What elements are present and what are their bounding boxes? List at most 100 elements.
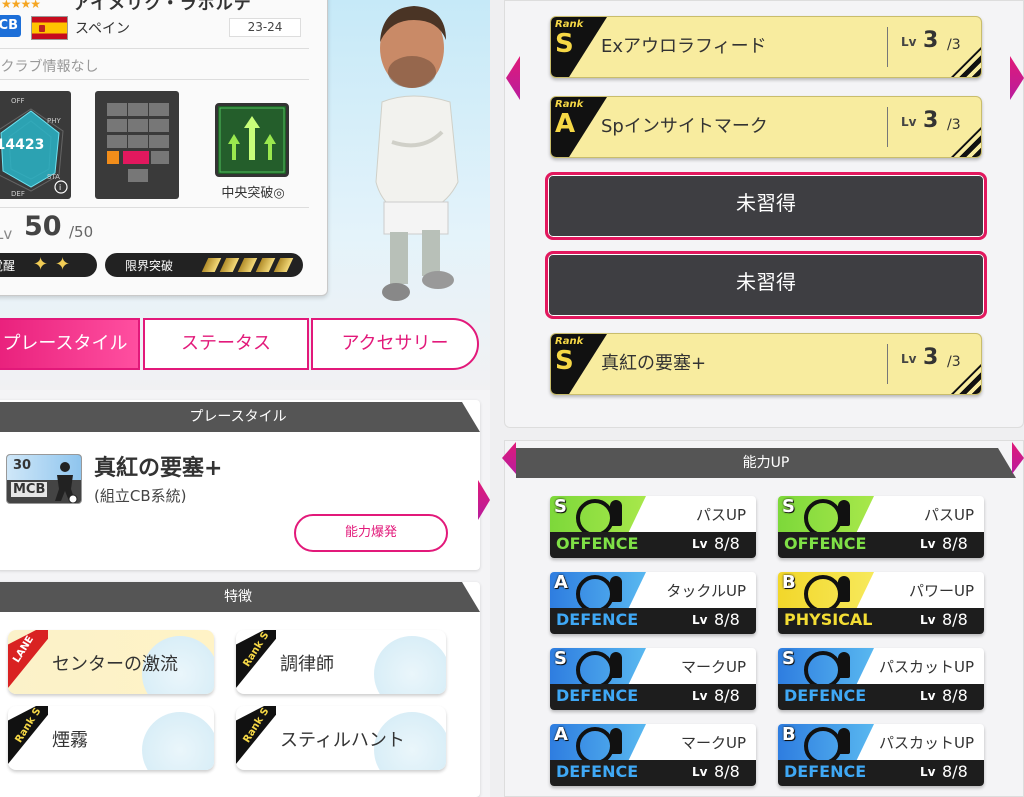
skill-slot[interactable]: Rank S Exアウロラフィード Lv 3 /3 [550, 16, 982, 78]
tab-status[interactable]: ステータス [143, 318, 309, 370]
player-card: ★★★★ アイメリク・ラポルテ CB スペイン 23-24 - クラブ情報なし … [0, 0, 328, 296]
level-max: /50 [69, 223, 94, 241]
skill-name: Exアウロラフィード [601, 36, 767, 57]
skill-slot[interactable]: Rank A Spインサイトマーク Lv 3 /3 [550, 96, 982, 158]
ability-level: 8/8 [714, 762, 740, 781]
detail-tabs: プレースタイル ステータス アクセサリー [0, 318, 480, 370]
playstyle-badge: 30 MCB [6, 454, 82, 504]
traits-header: 特徴 [0, 582, 480, 612]
ability-level: 8/8 [714, 534, 740, 553]
limit-break-label: 限界突破 [125, 259, 174, 273]
skill-level-label: Lv [901, 352, 917, 366]
spain-flag-icon [31, 16, 68, 40]
ability-level: 8/8 [942, 610, 968, 629]
skill-level-max: /3 [947, 37, 961, 53]
playstyle-code: MCB [11, 482, 48, 497]
ability-level: 8/8 [714, 610, 740, 629]
skill-level-max: /3 [947, 117, 961, 133]
ability-category: OFFENCE [556, 534, 639, 553]
position-badge: CB [0, 15, 21, 37]
rank-letter: A [555, 109, 576, 139]
trait-name: スティルハント [280, 730, 405, 751]
skill-level: 3 [923, 345, 939, 370]
ability-level: 8/8 [942, 534, 968, 553]
ability-rank: B [782, 724, 796, 745]
skill-slot-locked[interactable]: 未習得 [545, 172, 987, 240]
trait-card[interactable]: Rank S 煙霧 [8, 706, 214, 770]
trait-card[interactable]: Rank S スティルハント [236, 706, 446, 770]
trait-name: センターの激流 [52, 654, 178, 675]
skill-slot-locked[interactable]: 未習得 [545, 251, 987, 319]
ability-rank: B [782, 572, 796, 593]
central-breakthrough-icon [215, 103, 289, 177]
ability-level-label: Lv [692, 613, 708, 627]
nationality: スペイン [75, 21, 131, 37]
level-label: Lv [0, 225, 13, 243]
radar-sta-label: STA [47, 173, 60, 181]
ability-category: OFFENCE [784, 534, 867, 553]
tab-accessory[interactable]: アクセサリー [311, 318, 479, 370]
ability-title: マークUP [680, 734, 746, 752]
ability-title: パスカットUP [878, 658, 974, 676]
ability-rank: S [782, 648, 795, 669]
rank-letter: S [555, 346, 574, 376]
awaken-indicator: 覚醒 ✦ ✦ [0, 253, 97, 277]
stats-radar[interactable]: OFF PHY STA DEF i 14423 [0, 91, 71, 199]
playstyle-subtitle: (組立CB系統) [94, 487, 187, 505]
ability-level-label: Lv [920, 537, 936, 551]
ability-card[interactable]: S パスUP OFFENCE Lv 8/8 [550, 496, 756, 558]
ability-card[interactable]: S パスカットUP DEFENCE Lv 8/8 [778, 648, 984, 710]
limit-break-indicator: 限界突破 [105, 253, 303, 277]
ability-level-label: Lv [920, 765, 936, 779]
ability-card[interactable]: B パスカットUP DEFENCE Lv 8/8 [778, 724, 984, 786]
ability-title: パスUP [923, 506, 974, 524]
skill-name: Spインサイトマーク [601, 116, 768, 137]
style-icon-label: 中央突破◎ [221, 186, 285, 201]
rank-letter: S [555, 29, 574, 59]
skill-name: 真紅の要塞+ [601, 353, 707, 374]
playstyle-name: 真紅の要塞+ [94, 456, 223, 481]
ability-level: 8/8 [714, 686, 740, 705]
next-arrow-icon[interactable] [478, 480, 490, 520]
player-detail-left: ★★★★ アイメリク・ラポルテ CB スペイン 23-24 - クラブ情報なし … [0, 0, 490, 797]
skill-slot[interactable]: Rank S 真紅の要塞+ Lv 3 /3 [550, 333, 982, 395]
ability-rank: S [554, 648, 567, 669]
ability-rank: A [554, 572, 568, 593]
ability-rank: S [782, 496, 795, 517]
ability-card[interactable]: B パワーUP PHYSICAL Lv 8/8 [778, 572, 984, 634]
level-value: 50 [24, 211, 62, 242]
ability-level: 8/8 [942, 762, 968, 781]
tab-playstyle[interactable]: プレースタイル [0, 318, 140, 370]
overall-value: 14423 [0, 137, 45, 153]
playstyle-header: プレースタイル [0, 402, 480, 432]
skill-level-label: Lv [901, 35, 917, 49]
ability-category: PHYSICAL [784, 610, 873, 629]
trait-name: 調律師 [280, 654, 334, 675]
ability-card[interactable]: S マークUP DEFENCE Lv 8/8 [550, 648, 756, 710]
ability-level: 8/8 [942, 686, 968, 705]
formation-grid [95, 91, 179, 199]
radar-off-label: OFF [11, 97, 25, 105]
ability-category: DEFENCE [556, 686, 639, 705]
club-info: - クラブ情報なし [0, 59, 99, 75]
awaken-label: 覚醒 [0, 259, 16, 273]
ability-card[interactable]: S パスUP OFFENCE Lv 8/8 [778, 496, 984, 558]
ability-rank: S [554, 496, 567, 517]
ability-title: パワーUP [908, 582, 974, 600]
player-name: アイメリク・ラポルテ [73, 0, 252, 14]
ability-title: パスUP [695, 506, 746, 524]
skill-level-max: /3 [947, 354, 961, 370]
trait-card[interactable]: Rank S 調律師 [236, 630, 446, 694]
ability-card[interactable]: A マークUP DEFENCE Lv 8/8 [550, 724, 756, 786]
trait-card[interactable]: LANE センターの激流 [8, 630, 214, 694]
ability-title: タックルUP [666, 582, 746, 600]
rarity-stars: ★★★★ [1, 0, 41, 11]
sparkle-icon: ✦ [33, 254, 49, 275]
sparkle-icon: ✦ [55, 254, 71, 275]
ability-burst-button[interactable]: 能力爆発 [294, 514, 448, 552]
club-row: - クラブ情報なし [0, 48, 309, 80]
ability-up-header: 能力UP [516, 448, 1016, 478]
ability-level-label: Lv [692, 765, 708, 779]
playstyle-number: 30 [13, 458, 32, 473]
ability-card[interactable]: A タックルUP DEFENCE Lv 8/8 [550, 572, 756, 634]
